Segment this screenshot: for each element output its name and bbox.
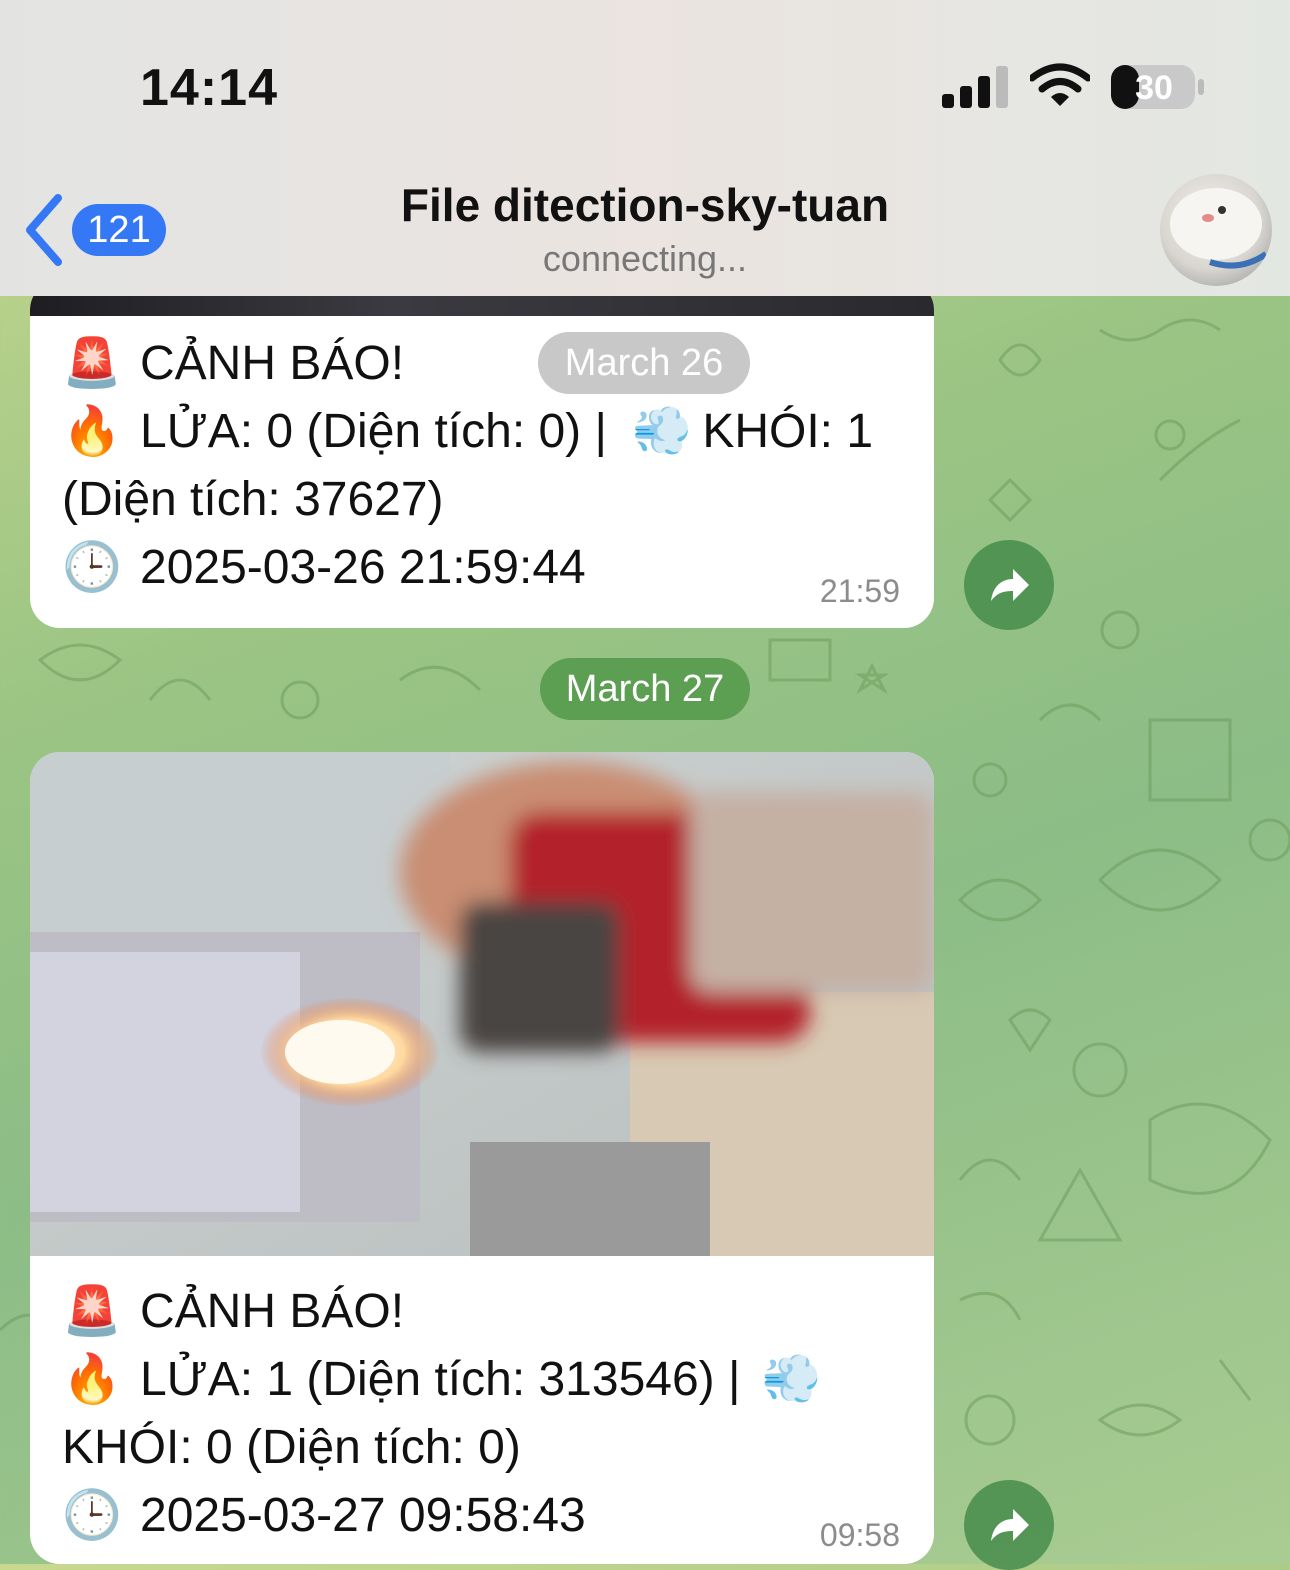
fire-icon: 🔥 [62, 405, 122, 458]
clock-icon: 🕒 [62, 541, 122, 594]
message-timestamp: 2025-03-27 09:58:43 [140, 1489, 586, 1542]
chat-title[interactable]: File ditection-sky-tuan [0, 178, 1290, 232]
siren-icon: 🚨 [62, 1285, 122, 1338]
fire-detail: LỬA: 0 (Diện tích: 0) | [140, 405, 607, 458]
chat-status: connecting... [542, 238, 748, 279]
chat-avatar[interactable] [1160, 174, 1272, 286]
alert-title: CẢNH BÁO! [140, 1285, 405, 1338]
forward-icon [991, 569, 1029, 601]
status-time: 14:14 [140, 59, 278, 117]
message-time: 09:58 [819, 1517, 900, 1553]
clock-icon: 🕒 [62, 1489, 122, 1542]
smoke-area: (Diện tích: 37627) [62, 473, 444, 526]
smoke-detail: KHÓI: 1 [702, 405, 874, 458]
forward-icon [991, 1509, 1029, 1541]
siren-icon: 🚨 [62, 337, 122, 390]
battery-icon: 30 [1111, 65, 1204, 109]
forward-button[interactable] [964, 540, 1054, 630]
message-bubble[interactable]: 🚨 CẢNH BÁO! 🔥 LỬA: 0 (Diện tích: 0) | 💨 KHÓ… [30, 280, 934, 628]
smoke-icon: 💨 [632, 405, 693, 458]
forward-button[interactable] [964, 1480, 1054, 1570]
top-bar: 14:14 30 121 File ditection-sky-tuan con… [0, 0, 1290, 296]
smoke-area: KHÓI: 0 (Diện tích: 0) [62, 1421, 521, 1474]
floating-date-pill: March 26 [538, 332, 750, 394]
cellular-signal-icon [942, 66, 1008, 108]
message-time: 21:59 [819, 573, 900, 609]
message-photo[interactable] [30, 752, 934, 1256]
fire-icon: 🔥 [62, 1353, 122, 1406]
message-bubble[interactable]: 🚨 CẢNH BÁO! 🔥 LỬA: 1 (Diện tích: 313546) |… [30, 752, 934, 1564]
fire-detail: LỬA: 1 (Diện tích: 313546) | [140, 1353, 741, 1406]
wifi-icon [1030, 63, 1090, 106]
date-divider: March 27 [540, 658, 750, 720]
smoke-icon: 💨 [761, 1353, 822, 1406]
alert-title: CẢNH BÁO! [140, 337, 405, 390]
battery-level: 30 [1135, 69, 1173, 107]
message-timestamp: 2025-03-26 21:59:44 [140, 541, 586, 594]
